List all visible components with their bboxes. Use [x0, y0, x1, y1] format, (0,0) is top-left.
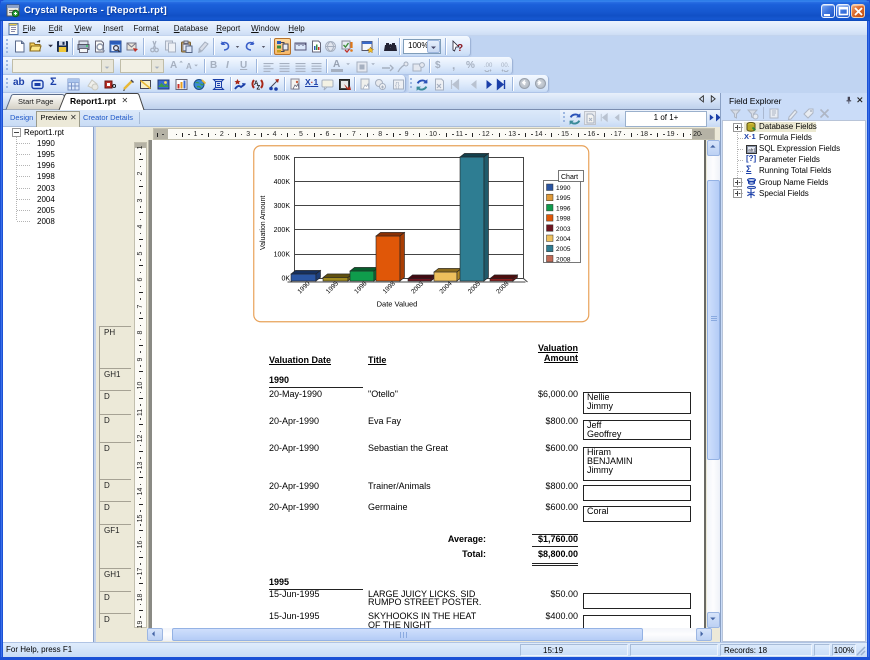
svg-text:2003: 2003 [556, 226, 571, 233]
svg-text:Date Valued: Date Valued [377, 300, 418, 309]
svg-text:2005: 2005 [556, 246, 571, 253]
svg-text:o: o [112, 83, 116, 90]
svg-text:.00: .00 [484, 63, 493, 69]
svg-text:1998: 1998 [556, 216, 571, 223]
svg-text:ab1: ab1 [748, 148, 756, 153]
svg-text:?: ? [457, 43, 463, 53]
svg-text:500K: 500K [274, 155, 291, 162]
svg-text:300K: 300K [274, 203, 291, 210]
svg-text:Valuation Amount: Valuation Amount [260, 196, 267, 250]
svg-text:Chart: Chart [561, 174, 578, 181]
svg-text:1990: 1990 [556, 185, 571, 192]
svg-text:00.: 00. [501, 63, 510, 69]
svg-text:1996: 1996 [556, 205, 571, 212]
svg-text:100K: 100K [274, 252, 291, 259]
svg-text:{}: {} [395, 83, 400, 90]
svg-text:Z: Z [256, 86, 260, 92]
svg-text:2004: 2004 [556, 236, 571, 243]
svg-text:2008: 2008 [556, 256, 571, 263]
svg-text:1995: 1995 [556, 195, 571, 202]
svg-text:400K: 400K [274, 179, 291, 186]
svg-text:0K: 0K [281, 276, 290, 283]
svg-text:200K: 200K [274, 227, 291, 234]
